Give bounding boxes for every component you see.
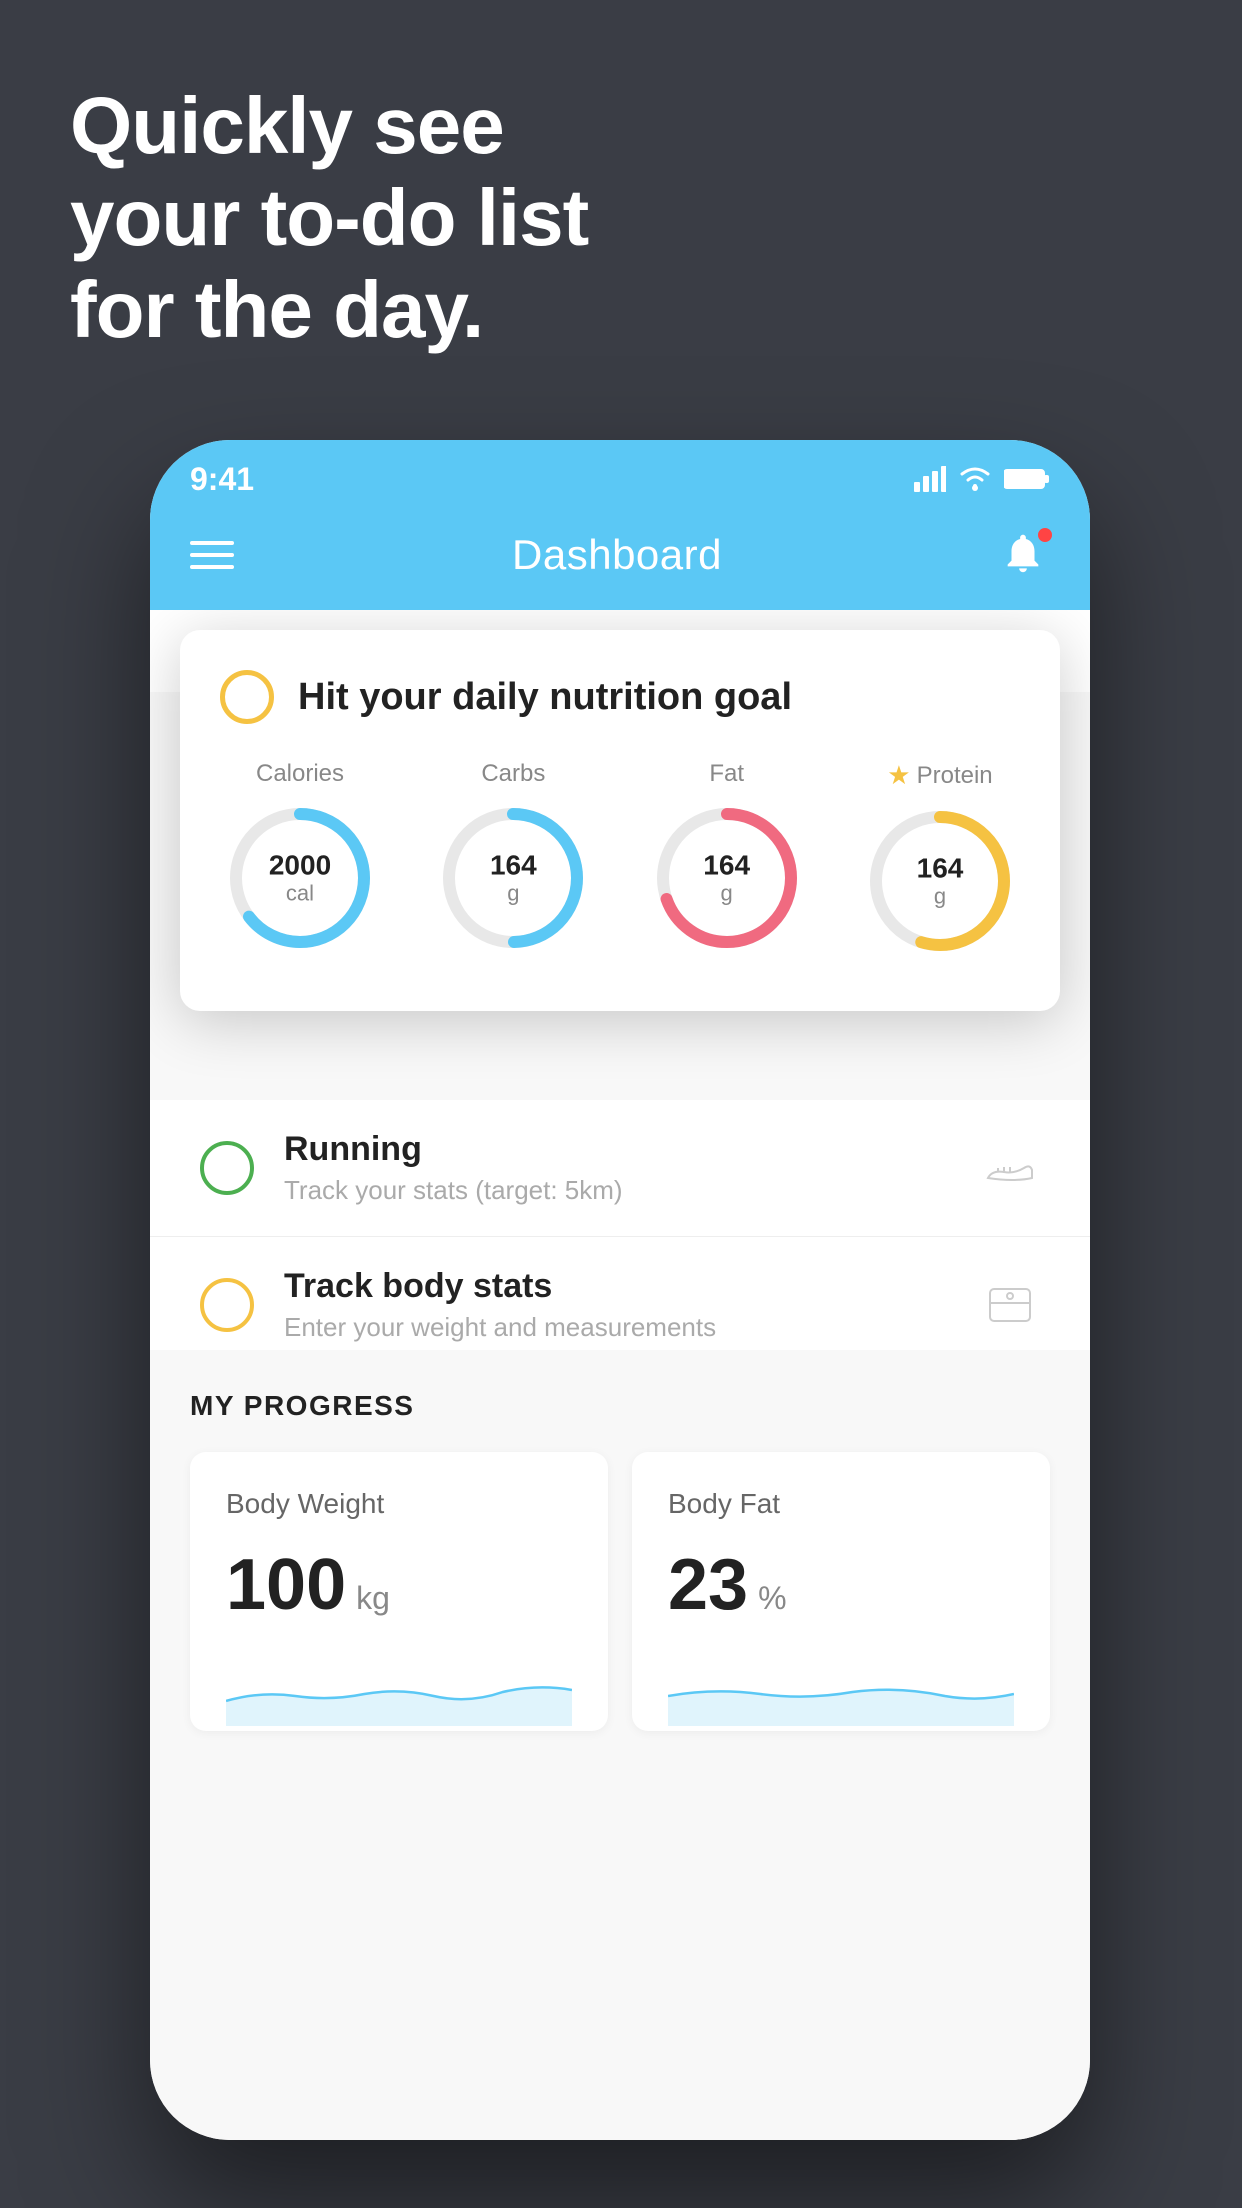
running-subtitle: Track your stats (target: 5km) bbox=[284, 1175, 950, 1206]
carbs-value: 164 g bbox=[490, 851, 537, 906]
wifi-icon bbox=[958, 466, 992, 492]
calories-label: Calories bbox=[256, 760, 344, 788]
nav-title: Dashboard bbox=[512, 531, 722, 579]
fat-value: 164 g bbox=[703, 851, 750, 906]
carbs-donut: 164 g bbox=[433, 798, 593, 958]
nutrition-circle-indicator bbox=[220, 670, 274, 724]
status-icons bbox=[914, 466, 1050, 492]
carbs-label: Carbs bbox=[481, 760, 545, 788]
battery-icon bbox=[1004, 467, 1050, 491]
body-fat-chart bbox=[668, 1646, 1014, 1726]
nutrition-row: Calories 2000 cal bbox=[220, 760, 1020, 961]
body-fat-label: Body Fat bbox=[668, 1488, 1014, 1520]
shoe-svg bbox=[984, 1142, 1036, 1194]
headline-line1: Quickly see bbox=[70, 80, 588, 172]
protein-value: 164 g bbox=[917, 854, 964, 909]
card-title-row: Hit your daily nutrition goal bbox=[220, 670, 1020, 724]
body-fat-card[interactable]: Body Fat 23 % bbox=[632, 1452, 1050, 1731]
headline-line2: your to-do list bbox=[70, 172, 588, 264]
notification-dot bbox=[1036, 526, 1054, 544]
progress-header: MY PROGRESS bbox=[190, 1390, 1050, 1422]
star-icon: ★ bbox=[887, 760, 910, 791]
progress-cards: Body Weight 100 kg Body Fat 23 % bbox=[190, 1452, 1050, 1731]
progress-section: MY PROGRESS Body Weight 100 kg B bbox=[150, 1350, 1090, 1731]
fat-donut: 164 g bbox=[647, 798, 807, 958]
shoe-icon bbox=[980, 1143, 1040, 1193]
body-stats-text: Track body stats Enter your weight and m… bbox=[284, 1267, 950, 1343]
running-circle bbox=[200, 1141, 254, 1195]
calories-donut: 2000 cal bbox=[220, 798, 380, 958]
running-text: Running Track your stats (target: 5km) bbox=[284, 1130, 950, 1206]
headline: Quickly see your to-do list for the day. bbox=[70, 80, 588, 356]
status-bar: 9:41 bbox=[150, 440, 1090, 510]
content-area: THINGS TO DO TODAY Hit your daily nutrit… bbox=[150, 610, 1090, 2140]
body-weight-value: 100 kg bbox=[226, 1544, 572, 1626]
protein-donut: 164 g bbox=[860, 801, 1020, 961]
nav-bar: Dashboard bbox=[150, 510, 1090, 610]
body-weight-card[interactable]: Body Weight 100 kg bbox=[190, 1452, 608, 1731]
body-stats-subtitle: Enter your weight and measurements bbox=[284, 1312, 950, 1343]
phone-mockup: 9:41 bbox=[150, 440, 1090, 2140]
body-fat-value: 23 % bbox=[668, 1544, 1014, 1626]
notification-bell[interactable] bbox=[1000, 530, 1050, 580]
scale-icon bbox=[980, 1280, 1040, 1330]
list-item-running[interactable]: Running Track your stats (target: 5km) bbox=[150, 1100, 1090, 1237]
body-stats-title: Track body stats bbox=[284, 1267, 950, 1306]
calories-value: 2000 cal bbox=[269, 851, 331, 906]
nutrition-calories: Calories 2000 cal bbox=[220, 760, 380, 958]
hamburger-menu[interactable] bbox=[190, 541, 234, 569]
status-time: 9:41 bbox=[190, 461, 254, 498]
body-weight-chart bbox=[226, 1646, 572, 1726]
running-title: Running bbox=[284, 1130, 950, 1169]
body-stats-circle bbox=[200, 1278, 254, 1332]
protein-label: ★ Protein bbox=[887, 760, 992, 791]
body-weight-label: Body Weight bbox=[226, 1488, 572, 1520]
nutrition-fat: Fat 164 g bbox=[647, 760, 807, 958]
signal-icon bbox=[914, 466, 946, 492]
fat-label: Fat bbox=[709, 760, 744, 788]
nutrition-protein: ★ Protein 164 g bbox=[860, 760, 1020, 961]
nutrition-card[interactable]: Hit your daily nutrition goal Calories bbox=[180, 630, 1060, 1011]
card-title: Hit your daily nutrition goal bbox=[298, 676, 792, 719]
headline-line3: for the day. bbox=[70, 264, 588, 356]
nutrition-carbs: Carbs 164 g bbox=[433, 760, 593, 958]
scale-svg bbox=[984, 1279, 1036, 1331]
